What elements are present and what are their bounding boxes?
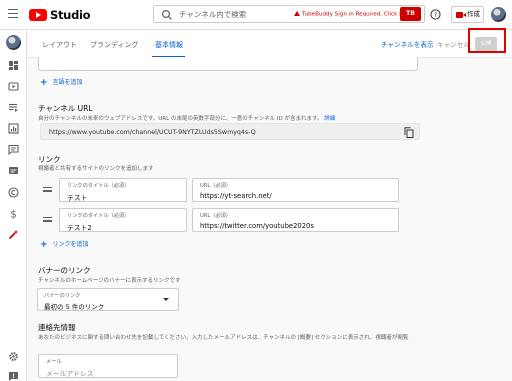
link-title-field[interactable]: リンクのタイトル（必須） テスト bbox=[59, 178, 187, 202]
studio-logo-text: Studio bbox=[50, 8, 91, 22]
customization-tab-bar: レイアウト ブランディング 基本情報 チャンネルを表示 キャンセル 公開 bbox=[28, 31, 512, 58]
content-icon[interactable] bbox=[8, 81, 19, 92]
menu-icon[interactable] bbox=[8, 9, 18, 19]
channel-search[interactable]: チャンネル内で検索 TubeBuddy Sign in Required. Cl… bbox=[153, 5, 425, 23]
add-language-button[interactable]: + 言語を追加 bbox=[40, 77, 83, 88]
link-url-field[interactable]: URL（必須） https://twitter.com/youtube2020s bbox=[192, 208, 399, 232]
basic-info-panel: + 言語を追加 チャンネル URL 自分のチャンネルの未来のウェブアドレスです。U… bbox=[28, 57, 512, 381]
tab-branding[interactable]: ブランディング bbox=[90, 40, 139, 50]
banner-links-description: チャンネルのホームページのバナーに表示するリンクです bbox=[38, 278, 181, 284]
subtitles-icon[interactable] bbox=[8, 165, 19, 176]
svg-text:?: ? bbox=[434, 11, 437, 19]
studio-logo[interactable]: Studio bbox=[29, 8, 91, 22]
dashboard-icon[interactable] bbox=[8, 60, 19, 71]
help-icon[interactable]: ? bbox=[430, 9, 441, 20]
left-nav: $ bbox=[0, 31, 27, 381]
channel-url-heading: チャンネル URL bbox=[38, 104, 93, 113]
link-url-field[interactable]: URL（必須） https://yt-search.net/ bbox=[192, 178, 399, 202]
publish-highlight-box bbox=[468, 28, 506, 53]
search-placeholder: チャンネル内で検索 bbox=[179, 10, 247, 19]
email-field[interactable]: メール メールアドレス bbox=[38, 354, 178, 378]
monetization-icon[interactable]: $ bbox=[8, 208, 19, 220]
view-channel-link[interactable]: チャンネルを表示 bbox=[381, 39, 434, 49]
account-avatar[interactable] bbox=[491, 7, 506, 22]
create-button[interactable]: 作成 bbox=[451, 6, 484, 23]
add-link-button[interactable]: + リンクを追加 bbox=[40, 239, 89, 250]
youtube-logo-icon bbox=[29, 8, 47, 22]
description-field[interactable] bbox=[38, 57, 418, 71]
comments-icon[interactable] bbox=[8, 144, 19, 155]
chevron-down-icon bbox=[163, 298, 169, 301]
tubebuddy-button[interactable]: TB bbox=[400, 7, 421, 21]
drag-handle-icon[interactable] bbox=[43, 187, 52, 193]
channel-url-value: https://www.youtube.com/channel/UCUT-9NY… bbox=[49, 128, 256, 136]
copy-icon[interactable] bbox=[404, 127, 414, 138]
plus-icon: + bbox=[40, 78, 48, 88]
contact-description: あなたのビジネスに関する問い合わせ先を記載してください。入力したメールアドレスは… bbox=[38, 335, 409, 341]
link-title-field[interactable]: リンクのタイトル（必須） テスト2 bbox=[59, 208, 187, 232]
banner-links-heading: バナーのリンク bbox=[38, 266, 91, 275]
camera-icon bbox=[456, 11, 466, 18]
warning-icon bbox=[294, 10, 300, 16]
plus-icon: + bbox=[40, 240, 48, 250]
channel-url-field: https://www.youtube.com/channel/UCUT-9NY… bbox=[40, 123, 420, 140]
feedback-icon[interactable] bbox=[8, 371, 19, 381]
customization-icon[interactable] bbox=[8, 229, 19, 240]
analytics-icon[interactable] bbox=[8, 123, 19, 134]
contact-heading: 連絡先情報 bbox=[38, 323, 76, 332]
svg-text:$: $ bbox=[10, 210, 16, 220]
tab-basic-info[interactable]: 基本情報 bbox=[155, 40, 183, 50]
banner-links-select[interactable]: バナーのリンク 最初の 5 件のリンク bbox=[37, 288, 179, 311]
settings-icon[interactable] bbox=[8, 351, 19, 362]
drag-handle-icon[interactable] bbox=[43, 217, 52, 223]
channel-avatar[interactable] bbox=[6, 35, 21, 50]
tubebuddy-warning[interactable]: TubeBuddy Sign in Required. Click Here bbox=[294, 10, 412, 17]
create-label: 作成 bbox=[467, 10, 480, 18]
copyright-icon[interactable] bbox=[8, 187, 19, 198]
playlists-icon[interactable] bbox=[8, 102, 19, 113]
channel-url-description: 自分のチャンネルの未来のウェブアドレスです。URL の末尾の英数字部分に、一意の… bbox=[38, 116, 336, 122]
cancel-button[interactable]: キャンセル bbox=[437, 39, 470, 49]
tab-layout[interactable]: レイアウト bbox=[42, 40, 77, 50]
details-link[interactable]: 詳細 bbox=[324, 116, 335, 122]
links-description: 視聴者と共有するサイトのリンクを追加します bbox=[38, 166, 154, 172]
search-icon bbox=[161, 9, 172, 20]
top-bar: Studio チャンネル内で検索 TubeBuddy Sign in Requi… bbox=[0, 0, 512, 30]
